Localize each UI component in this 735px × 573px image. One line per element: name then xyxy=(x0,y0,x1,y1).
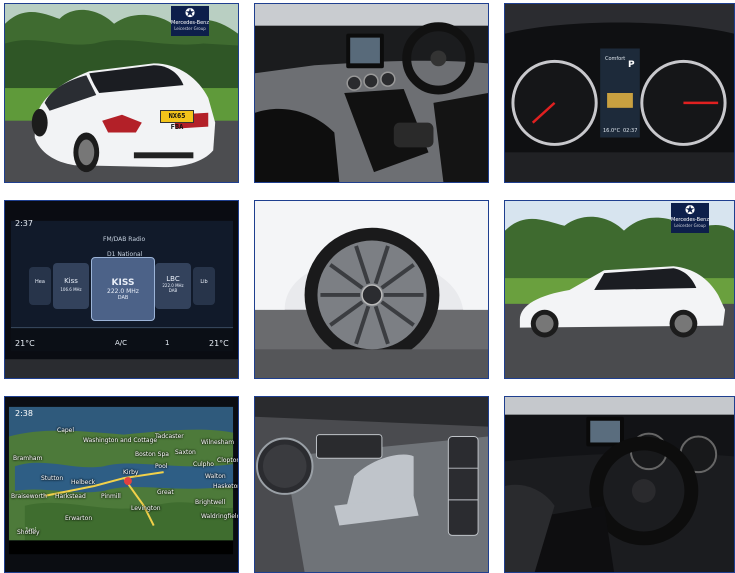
dealer-logo-badge: ✪ Mercedes-Benz Leicester Group xyxy=(671,203,709,233)
radio-station-band: DAB xyxy=(117,295,129,301)
radio-header: FM/DAB Radio xyxy=(103,236,146,243)
map-place-label: Erwarton xyxy=(65,515,93,522)
map-place-label: Wilnesham xyxy=(201,439,235,446)
radio-station-band: DAB xyxy=(168,288,178,293)
map-place-label: Kirby xyxy=(123,469,139,476)
nav-screen-time: 2:38 xyxy=(15,409,33,418)
map-place-label: Culpho xyxy=(193,461,214,468)
map-place-label: Hasketon xyxy=(213,483,239,490)
map-place-label: Tadcaster xyxy=(155,433,184,440)
radio-station-name: KISS xyxy=(111,278,135,288)
photo-alloy-wheel[interactable] xyxy=(254,200,489,379)
map-place-label: Saxton xyxy=(175,449,196,456)
climate-fan-level: 1 xyxy=(165,339,170,347)
map-place-label: Pool xyxy=(155,463,168,470)
radio-station-card[interactable]: Hea xyxy=(29,267,51,305)
photo-navigation-map[interactable]: 2:38 1mi Capel Washington and Cottage Bram… xyxy=(4,396,239,573)
dashboard-illustration xyxy=(255,4,488,182)
map-place-label: Bramham xyxy=(13,455,43,462)
cluster-time: 02:37 xyxy=(623,128,638,134)
map-place-label: Boston Spa xyxy=(135,451,169,458)
photo-rear-exterior[interactable]: NX65 FBA ✪ Mercedes-Benz Leicester Group xyxy=(4,3,239,183)
radio-station-card[interactable]: LBC 222.0 MHz DAB xyxy=(155,263,191,309)
steering-interior-illustration xyxy=(505,397,734,572)
seat-controls-illustration xyxy=(255,397,488,572)
map-place-label: Waldringfield xyxy=(201,513,239,520)
radio-station-card[interactable]: Lib xyxy=(193,267,215,305)
radio-station-name: Hea xyxy=(35,279,45,285)
radio-screen-time: 2:37 xyxy=(15,219,33,228)
radio-station-name: Kiss xyxy=(64,277,78,285)
radio-station-freq: 222.0 MHz xyxy=(107,288,139,295)
photo-side-exterior[interactable]: ✪ Mercedes-Benz Leicester Group xyxy=(504,200,735,379)
license-plate: NX65 FBA xyxy=(160,110,194,131)
mercedes-star-icon: ✪ xyxy=(184,6,196,20)
dealer-logo-badge: ✪ Mercedes-Benz Leicester Group xyxy=(171,6,209,36)
climate-ac: A/C xyxy=(115,339,128,347)
photo-radio-screen[interactable]: 2:37 FM/DAB Radio D1 National Hea Kiss 1… xyxy=(4,200,239,379)
map-place-label: Helbeck xyxy=(71,479,96,486)
mercedes-star-icon: ✪ xyxy=(684,203,696,217)
map-place-label: Levington xyxy=(131,505,161,512)
badge-group-text: Leicester Group xyxy=(674,223,706,228)
map-place-label: Pinmill xyxy=(101,493,121,500)
navigation-map-illustration xyxy=(5,397,238,572)
map-place-label: Shotley xyxy=(17,529,40,536)
map-place-label: Clopton xyxy=(217,457,239,464)
climate-temp-right: 21°C xyxy=(209,339,229,348)
map-place-label: Brightwell xyxy=(195,499,226,506)
map-place-label: Capel xyxy=(57,427,75,434)
cluster-gear: P xyxy=(628,60,635,70)
climate-temp-left: 21°C xyxy=(15,339,35,348)
cluster-temp: 16.0°C xyxy=(603,128,621,134)
radio-station-freq: 106.6 MHz xyxy=(60,287,82,292)
map-place-label: Stutton xyxy=(41,475,64,482)
radio-station-card-selected[interactable]: KISS 222.0 MHz DAB xyxy=(91,257,155,321)
map-place-label: Washington and Cottage xyxy=(83,437,158,444)
map-place-label: Braiseworth xyxy=(11,493,47,500)
photo-steering-interior[interactable] xyxy=(504,396,735,573)
radio-station-name: LBC xyxy=(166,275,180,283)
photo-dashboard-interior[interactable] xyxy=(254,3,489,183)
badge-group-text: Leicester Group xyxy=(174,26,206,31)
photo-seat-controls[interactable] xyxy=(254,396,489,573)
alloy-wheel-illustration xyxy=(255,201,488,378)
photo-gallery-grid: NX65 FBA ✪ Mercedes-Benz Leicester Group xyxy=(0,0,735,573)
map-place-label: Great xyxy=(157,489,174,496)
photo-instrument-cluster[interactable]: Comfort P 16.0°C 02:37 xyxy=(504,3,735,183)
map-place-label: Walton xyxy=(205,473,226,480)
cluster-drive-mode: Comfort xyxy=(605,56,626,62)
radio-station-card[interactable]: Kiss 106.6 MHz xyxy=(53,263,89,309)
radio-station-name: Lib xyxy=(200,279,208,285)
instrument-cluster-illustration xyxy=(505,4,734,182)
map-place-label: Harkstead xyxy=(55,493,86,500)
